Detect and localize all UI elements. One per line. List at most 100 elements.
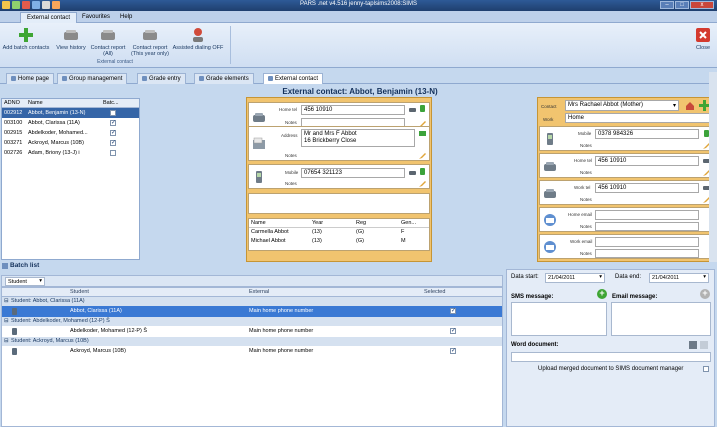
collapse-icon[interactable]: ⊟	[4, 318, 9, 324]
parent-mobile-field[interactable]: 0378 984326	[595, 129, 699, 139]
word-document-field[interactable]	[511, 352, 711, 362]
collapse-icon[interactable]: ⊟	[4, 338, 9, 344]
selected-checkbox[interactable]	[450, 327, 456, 334]
home-email-notes-field[interactable]	[595, 222, 699, 231]
add-email-button[interactable]: +	[700, 289, 710, 299]
mobile-dial-icon[interactable]	[419, 105, 426, 112]
dial-icon[interactable]	[409, 106, 416, 113]
phone-history-icon	[64, 30, 78, 40]
batch-checkbox[interactable]	[110, 150, 116, 156]
batch-checkbox[interactable]	[110, 139, 116, 146]
col-external[interactable]: External	[249, 289, 269, 295]
address-line-2: 16 Brickberry Close	[304, 138, 357, 144]
table-row[interactable]: Abdelkoder, Mohamed (12-P) Ŝ Main home ph…	[2, 326, 502, 337]
house-icon[interactable]	[685, 101, 695, 111]
tab-external-contact[interactable]: External contact	[20, 12, 78, 23]
date-start-field[interactable]: 21/04/2011 ▾	[545, 273, 605, 283]
home-tel-field[interactable]: 456 10910	[301, 105, 405, 115]
chevron-down-icon: ▾	[39, 278, 42, 284]
table-row[interactable]: Ackroyd, Marcus (10B) Main home phone num…	[2, 346, 502, 357]
date-end-field[interactable]: 21/04/2011 ▾	[649, 273, 709, 283]
vertical-scrollbar[interactable]	[709, 72, 717, 262]
contact-select[interactable]: Mrs Rachael Abbot (Mother) ▾	[565, 100, 679, 111]
work-email-field[interactable]	[595, 237, 699, 247]
header-adno[interactable]: ADNO	[4, 100, 20, 106]
batch-checkbox[interactable]	[110, 119, 116, 126]
list-item[interactable]: 003271 Ackroyd, Marcus (10B)	[2, 138, 139, 148]
maximize-button[interactable]: □	[675, 1, 689, 9]
upload-checkbox[interactable]	[703, 366, 709, 372]
batch-rows: ⊟ Student: Abbot, Clarissa (11A) Abbot, Cl…	[2, 297, 502, 357]
minimize-button[interactable]: –	[660, 1, 674, 9]
tab-label: Grade elements	[206, 76, 249, 83]
work-email-notes-field[interactable]	[595, 249, 699, 258]
batch-checkbox[interactable]	[110, 110, 116, 116]
col-year[interactable]: Year	[312, 220, 323, 226]
address-field[interactable]: Mr and Mrs F Abbot 16 Brickberry Close	[301, 129, 415, 147]
list-item[interactable]: 002726 Adam, Briony (13-J) i	[2, 148, 139, 158]
email-message-field[interactable]	[611, 302, 711, 336]
mobile-field[interactable]: 07654 321123	[301, 168, 405, 178]
close-window-button[interactable]: x	[690, 1, 714, 9]
header-batch[interactable]: Batc...	[103, 100, 119, 106]
tab-grade-entry[interactable]: Grade entry	[137, 73, 186, 84]
list-item[interactable]: 002915 Abdelkoder, Mohamed...	[2, 128, 139, 138]
list-item[interactable]: 002912 Abbot, Benjamin (13-N)	[2, 108, 139, 118]
edit-icon[interactable]	[419, 152, 426, 159]
work-field[interactable]: Home	[565, 113, 710, 123]
calendar-dropdown-icon[interactable]: ▾	[703, 274, 706, 280]
table-row[interactable]: Carmella Abbot (13) (G) F	[249, 228, 429, 237]
batch-table: Student External Selected ⊟ Student: Abbo…	[1, 287, 503, 427]
list-item[interactable]: 003100 Abbot, Clarissa (11A)	[2, 118, 139, 128]
student-list[interactable]: ADNO Name Batc... 002912 Abbot, Benjamin …	[1, 98, 140, 260]
tab-home-page[interactable]: Home page	[6, 73, 55, 84]
group-header-row[interactable]: ⊟ Student: Abdelkoder, Mohamed (12-P) Ŝ	[2, 317, 502, 326]
edit-icon[interactable]	[419, 180, 426, 187]
parent-work-tel-field[interactable]: 456 10910	[595, 183, 699, 193]
assisted-dialing-button[interactable]: Assisted dialing OFF	[172, 27, 224, 51]
browse-icon[interactable]	[700, 341, 708, 349]
group-by-select[interactable]: Student ▾	[5, 277, 45, 286]
parent-home-tel-field[interactable]: 456 10910	[595, 156, 699, 166]
batch-checkbox[interactable]	[110, 129, 116, 136]
selected-checkbox[interactable]	[450, 347, 456, 354]
tab-external-contact-doc[interactable]: External contact	[263, 73, 324, 84]
date-end-label: Data end:	[615, 274, 642, 280]
dial-icon[interactable]	[409, 169, 416, 176]
add-sms-button[interactable]: +	[597, 289, 607, 299]
chevron-down-icon: ▾	[672, 103, 676, 109]
assisted-dialing-label: Assisted dialing OFF	[172, 45, 224, 51]
group-label: Student: Ackroyd, Marcus (10B)	[11, 338, 89, 344]
tab-group-management[interactable]: Group management	[57, 73, 128, 84]
group-header-row[interactable]: ⊟ Student: Ackroyd, Marcus (10B)	[2, 337, 502, 346]
home-email-field[interactable]	[595, 210, 699, 220]
col-name[interactable]: Name	[251, 220, 266, 226]
student-contact-panel: Home tel 456 10910 Notes Address Mr and …	[246, 97, 432, 262]
contact-report-all-button[interactable]: Contact report (All)	[88, 27, 128, 57]
contact-report-year-button[interactable]: Contact report (This year only)	[129, 27, 171, 57]
col-selected[interactable]: Selected	[424, 289, 445, 295]
add-batch-contacts-button[interactable]: Add batch contacts	[2, 27, 50, 51]
sms-icon[interactable]	[419, 168, 426, 175]
header-name[interactable]: Name	[28, 100, 43, 106]
tab-favourites[interactable]: Favourites	[76, 12, 116, 23]
tab-grade-elements[interactable]: Grade elements	[194, 73, 254, 84]
batch-list-title: Batch list	[10, 262, 40, 269]
close-button[interactable]: Close	[692, 27, 714, 51]
mail-icon[interactable]	[419, 130, 426, 137]
group-header-row[interactable]: ⊟ Student: Abbot, Clarissa (11A)	[2, 297, 502, 306]
operator-icon	[193, 28, 203, 42]
col-reg[interactable]: Reg	[356, 220, 366, 226]
tab-help[interactable]: Help	[114, 12, 138, 23]
view-history-button[interactable]: View history	[54, 27, 88, 51]
collapse-icon[interactable]: ⊟	[4, 298, 9, 304]
table-row[interactable]: Michael Abbot (13) (G) M	[249, 237, 429, 246]
sms-message-field[interactable]	[511, 302, 607, 336]
calendar-dropdown-icon[interactable]: ▾	[599, 274, 602, 280]
table-row[interactable]: Abbot, Clarissa (11A) Main home phone num…	[2, 306, 502, 317]
external-cell: Main home phone number	[249, 348, 314, 354]
selected-checkbox[interactable]	[450, 307, 456, 314]
col-student[interactable]: Student	[70, 289, 89, 295]
col-gender[interactable]: Gen...	[401, 220, 416, 226]
calendar-icon[interactable]	[689, 341, 697, 349]
